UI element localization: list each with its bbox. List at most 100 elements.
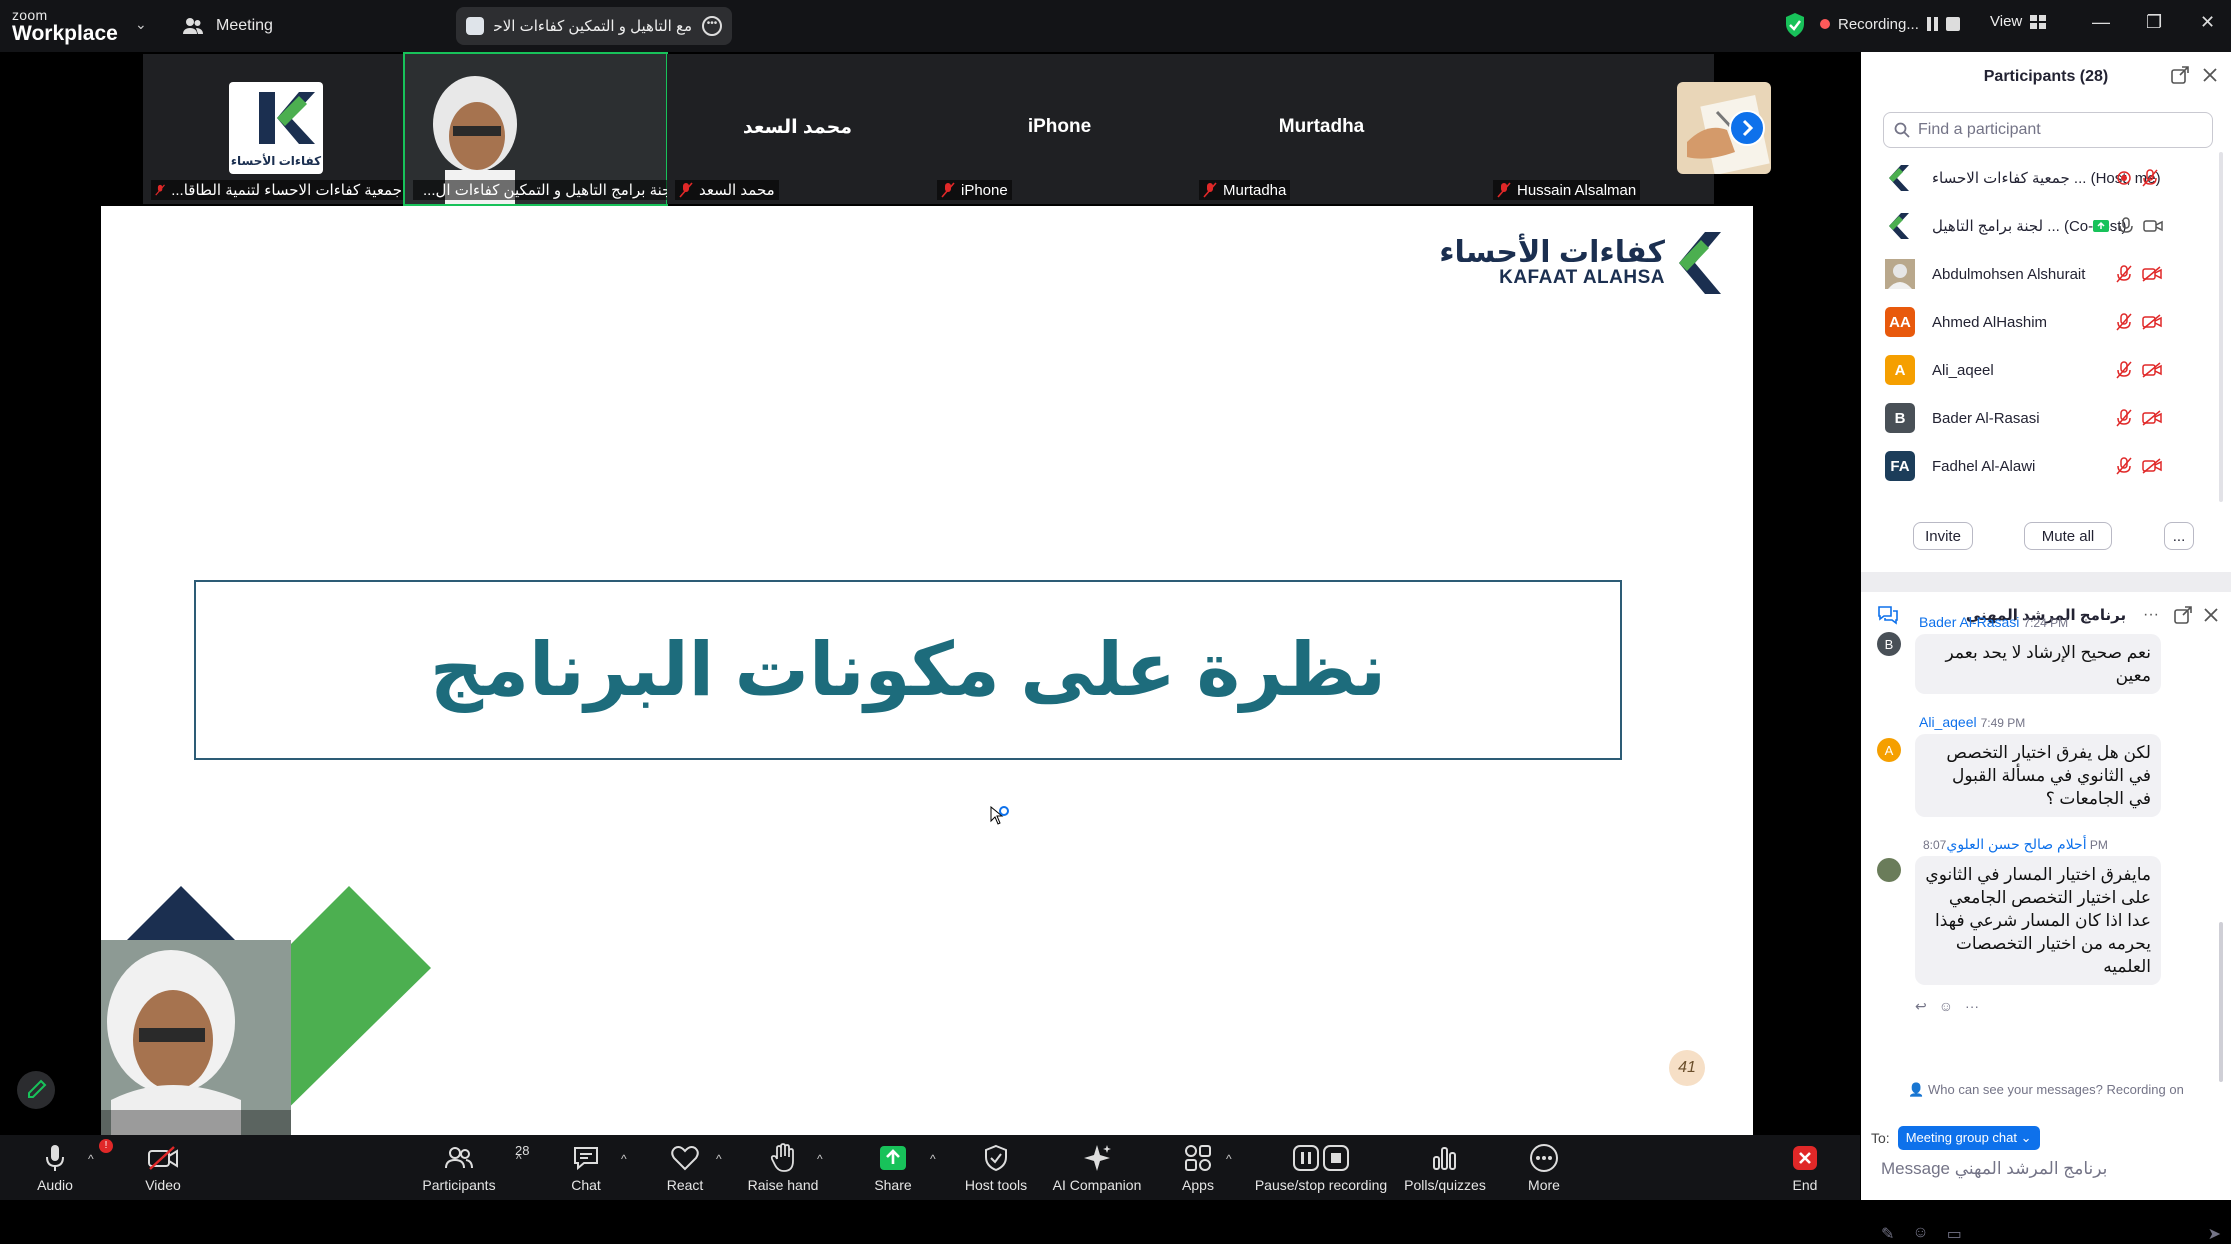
end-meeting-button[interactable]: End (1750, 1143, 1860, 1193)
security-shield-icon[interactable] (1784, 12, 1806, 38)
apps-button[interactable]: Apps (1143, 1143, 1253, 1193)
tile-caption: جمعية كفاءات الاحساء لتنمية الطاقا... (151, 180, 406, 200)
participant-avatar (1885, 211, 1915, 241)
self-video-thumbnail[interactable] (101, 940, 291, 1135)
pause-stop-recording-label: Pause/stop recording (1254, 1177, 1388, 1193)
emoji-icon[interactable]: ☺ (1912, 1224, 1928, 1244)
chat-scrollbar[interactable] (2219, 922, 2223, 1082)
pause-recording-icon[interactable] (1926, 17, 1938, 31)
participant-name: Abdulmohsen Alshurait (1932, 265, 2086, 283)
chat-button[interactable]: Chat (531, 1143, 641, 1193)
invite-button[interactable]: Invite (1913, 522, 1973, 550)
reply-icon[interactable]: ↩ (1915, 998, 1927, 1015)
video-tile[interactable]: كفاءات الأحساء جمعية كفاءات الاحساء لتنم… (143, 54, 406, 204)
close-window-icon[interactable]: ✕ (2200, 12, 2215, 33)
participant-avatar (1885, 259, 1915, 289)
close-chat-icon[interactable] (2202, 606, 2220, 624)
participants-button[interactable]: 28 Participants (404, 1143, 529, 1193)
host-tools-button[interactable]: Host tools (941, 1143, 1051, 1193)
react-options-caret-icon[interactable]: ^ (716, 1152, 722, 1166)
more-options-icon[interactable]: ••• (702, 16, 722, 36)
video-tile[interactable]: محمد السعد محمد السعد (667, 54, 928, 204)
message-time: 7:49 PM (1980, 716, 2026, 730)
polls-quizzes-button[interactable]: Polls/quizzes (1390, 1143, 1500, 1193)
video-tile[interactable]: iPhone iPhone (929, 54, 1190, 204)
participant-row[interactable]: لجنة برامج التاهيل ... (Co-host) (1861, 202, 2231, 250)
raise-hand-button[interactable]: Raise hand (728, 1143, 838, 1193)
participant-row[interactable]: B Bader Al-Rasasi (1861, 394, 2231, 442)
participant-row[interactable]: Abdulmohsen Alshurait (1861, 250, 2231, 298)
participant-row[interactable]: FA Fadhel Al-Alawi (1861, 442, 2231, 490)
message-sender: Bader Al-Rasasi (1919, 614, 2020, 630)
pop-out-icon[interactable] (2174, 606, 2192, 624)
meeting-info-button[interactable]: Meeting (182, 13, 273, 39)
chat-privacy-note[interactable]: 👤 Who can see your messages? Recording o… (1861, 1082, 2231, 1098)
zoom-workplace-logo[interactable]: zoom Workplace (12, 8, 118, 44)
mic-muted-icon (155, 184, 165, 196)
share-options-caret-icon[interactable]: ^ (930, 1152, 936, 1166)
tile-display-name: Murtadha (1278, 116, 1365, 137)
raise-hand-options-caret-icon[interactable]: ^ (817, 1152, 823, 1166)
audio-label: Audio (37, 1177, 73, 1193)
participant-search-input[interactable]: Find a participant (1883, 112, 2213, 148)
participant-name: Ahmed AlHashim (1932, 313, 2048, 331)
more-options-button[interactable]: ... (2164, 522, 2194, 550)
next-page-arrow-icon[interactable] (1729, 110, 1765, 146)
chat-message-input[interactable]: Message برنامج المرشد المهني (1881, 1159, 2211, 1179)
react-button[interactable]: React (630, 1143, 740, 1193)
stop-recording-icon[interactable] (1945, 17, 1960, 31)
recording-indicator[interactable]: Recording... (1820, 10, 1960, 38)
video-button[interactable]: Video (108, 1143, 218, 1193)
mic-muted-icon (2116, 409, 2132, 427)
sender-avatar: B (1877, 632, 1901, 656)
annotate-pen-icon[interactable] (17, 1071, 55, 1109)
apps-options-caret-icon[interactable]: ^ (1226, 1152, 1232, 1166)
format-text-icon[interactable]: ✎ (1881, 1224, 1894, 1244)
video-tile[interactable]: Murtadha Murtadha (1191, 54, 1452, 204)
participant-avatar: AA (1885, 307, 1915, 337)
meeting-title-tab[interactable]: ••• مع التاهيل و التمكين كفاءات الاحساء (456, 7, 732, 45)
pop-out-icon[interactable] (2171, 66, 2189, 84)
message-more-icon[interactable]: ··· (1965, 998, 1979, 1015)
message-sender: أحلام صالح حسن العلوي (1946, 836, 2087, 852)
video-tile[interactable]: Hussain Alsalman (1453, 54, 1771, 204)
add-reaction-icon[interactable]: ☺ (1939, 998, 1953, 1015)
mic-muted-icon (2116, 265, 2132, 283)
file-attach-icon[interactable]: ▭ (1947, 1224, 1962, 1244)
video-off-icon (2142, 410, 2162, 426)
video-tile-active-speaker[interactable]: لجنة برامج التاهيل و التمكين كفاءات ال..… (403, 52, 668, 206)
close-panel-icon[interactable] (2201, 66, 2219, 84)
stop-recording-icon (1323, 1145, 1349, 1171)
share-button[interactable]: Share (838, 1143, 948, 1193)
meeting-avatar-icon (466, 17, 484, 35)
minimize-window-icon[interactable]: — (2092, 12, 2110, 33)
send-icon[interactable]: ➤ (2208, 1224, 2221, 1244)
react-label: React (666, 1177, 704, 1193)
ai-companion-button[interactable]: AI Companion (1042, 1143, 1152, 1193)
share-screen-icon (880, 1146, 906, 1170)
pause-stop-recording-button[interactable]: Pause/stop recording (1251, 1143, 1391, 1193)
message-bubble: لكن هل يفرق اختيار التخصص في الثانوي في … (1915, 734, 2161, 817)
tile-display-name: iPhone (1027, 116, 1092, 137)
participant-row[interactable]: AA Ahmed AlHashim (1861, 298, 2231, 346)
more-button[interactable]: More (1489, 1143, 1599, 1193)
chat-more-icon[interactable]: ··· (2143, 606, 2159, 624)
video-off-icon (2142, 266, 2162, 282)
participant-status-icons (2116, 169, 2158, 187)
logo-caption: كفاءات الأحساء (230, 154, 322, 168)
participant-row[interactable]: A Ali_aqeel (1861, 346, 2231, 394)
shared-screen-slide[interactable]: كفاءات الأحساء KAFAAT ALAHSA نظرة على مك… (101, 206, 1753, 1135)
logo-zoom-text: zoom (12, 7, 48, 23)
chevron-down-icon[interactable]: ⌄ (135, 16, 147, 33)
audio-button[interactable]: ! Audio (0, 1139, 113, 1193)
audio-options-caret-icon[interactable]: ^ (88, 1152, 94, 1166)
restore-window-icon[interactable]: ❐ (2146, 12, 2162, 33)
view-button[interactable]: View (1990, 13, 2047, 30)
mute-all-button[interactable]: Mute all (2024, 522, 2112, 550)
sender-avatar: A (1877, 738, 1901, 762)
participants-options-caret-icon[interactable]: ^ (516, 1152, 522, 1166)
chat-options-caret-icon[interactable]: ^ (621, 1152, 627, 1166)
participant-row[interactable]: جمعية كفاءات الاحساء ... (Host, me) (1861, 154, 2231, 202)
participants-scrollbar[interactable] (2219, 152, 2223, 502)
recipient-dropdown[interactable]: Meeting group chat ⌄ (1897, 1126, 2040, 1150)
